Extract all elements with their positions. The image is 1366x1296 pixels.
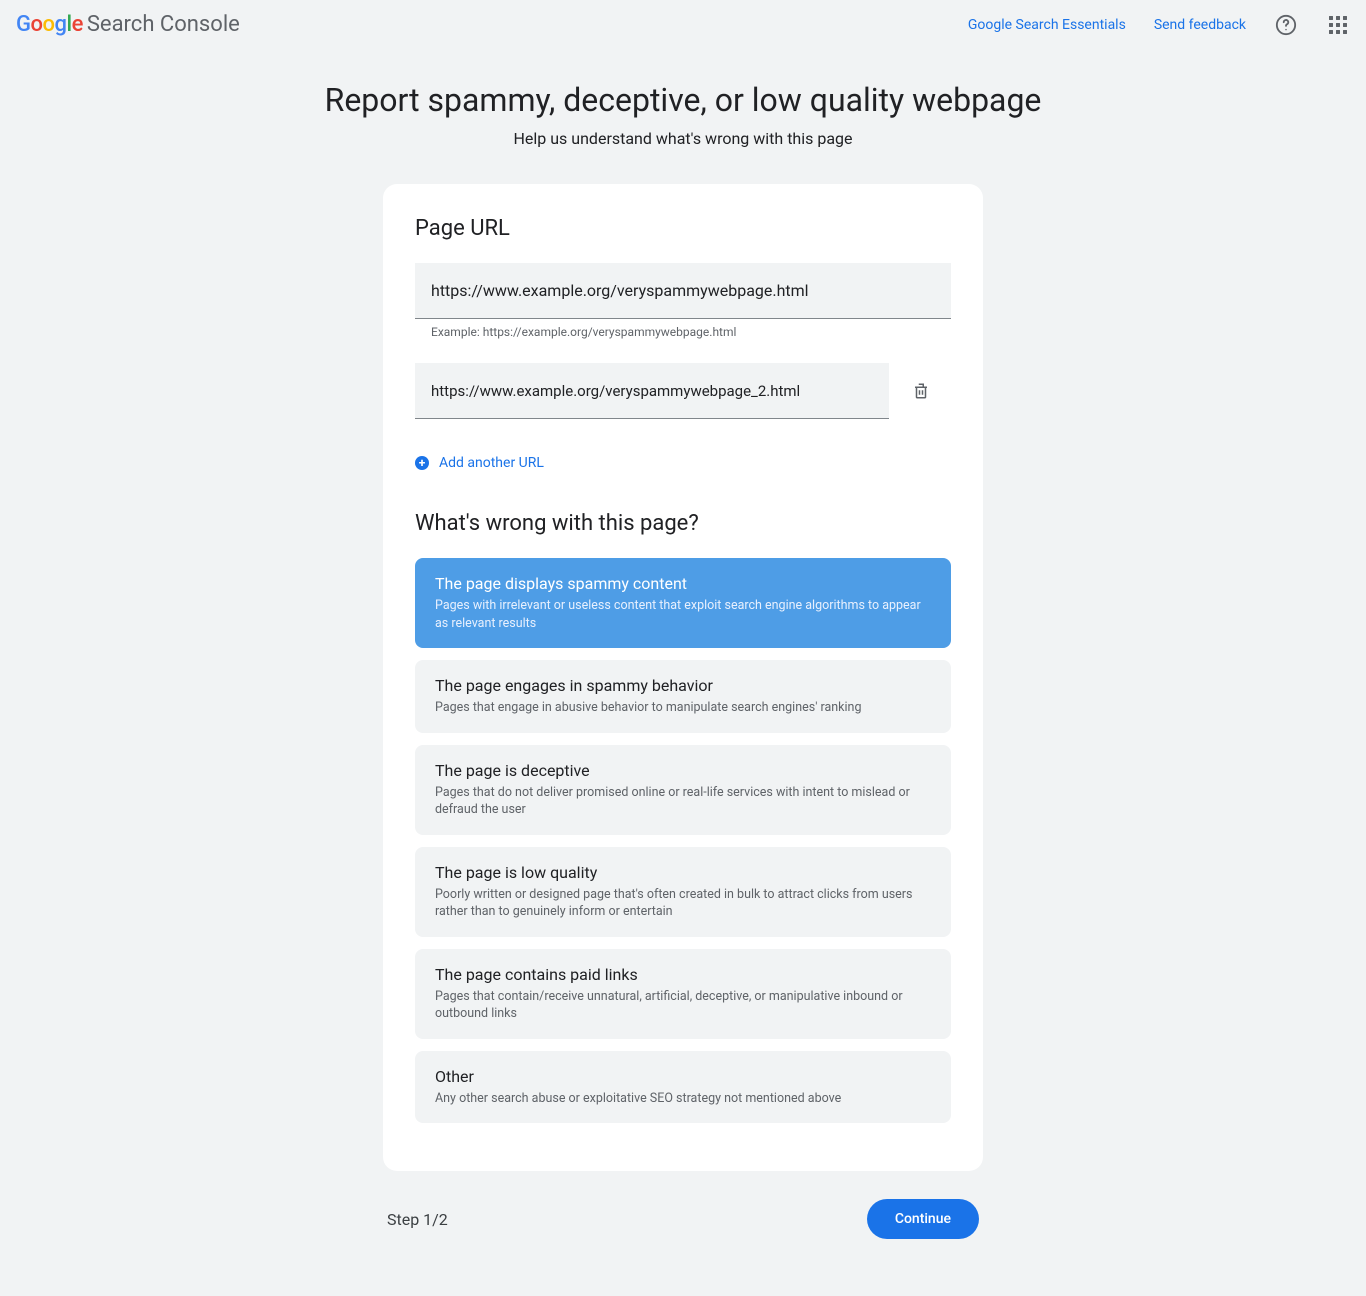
url-example-text: Example: https://example.org/veryspammyw… [415,325,951,339]
issue-option-5[interactable]: Other Any other search abuse or exploitat… [415,1051,951,1124]
option-title: The page engages in spammy behavior [435,676,931,695]
continue-button[interactable]: Continue [867,1199,979,1239]
issue-option-3[interactable]: The page is low quality Poorly written or… [415,847,951,937]
url-input-wrapper-2 [415,363,951,419]
link-send-feedback[interactable]: Send feedback [1154,17,1246,33]
link-search-essentials[interactable]: Google Search Essentials [968,17,1126,33]
header-left: Google Search Console [16,12,240,37]
logo-suffix: Search Console [87,12,240,37]
option-desc: Pages that engage in abusive behavior to… [435,699,931,717]
issue-section-title: What's wrong with this page? [415,511,951,536]
option-desc: Pages with irrelevant or useless content… [435,597,931,632]
option-title: The page is deceptive [435,761,931,780]
header-right: Google Search Essentials Send feedback [968,13,1350,37]
page-url-input-1[interactable] [415,263,951,319]
app-logo[interactable]: Google Search Console [16,12,240,37]
url-section-title: Page URL [415,216,951,241]
page-subtitle: Help us understand what's wrong with thi… [0,129,1366,148]
form-footer: Step 1/2 Continue [383,1199,983,1239]
trash-icon [912,382,930,400]
option-desc: Pages that do not deliver promised onlin… [435,784,931,819]
app-header: Google Search Console Google Search Esse… [0,0,1366,49]
option-title: Other [435,1067,931,1086]
plus-icon: + [415,456,429,470]
option-desc: Pages that contain/receive unnatural, ar… [435,988,931,1023]
issue-option-2[interactable]: The page is deceptive Pages that do not d… [415,745,951,835]
main-form-card: Page URL Example: https://example.org/ve… [383,184,983,1171]
google-logo-text: Google [16,12,83,37]
help-icon[interactable] [1274,13,1298,37]
option-desc: Poorly written or designed page that's o… [435,886,931,921]
step-indicator: Step 1/2 [387,1210,448,1229]
add-url-label: Add another URL [439,455,544,471]
page-header: Report spammy, deceptive, or low quality… [0,81,1366,148]
option-title: The page contains paid links [435,965,931,984]
option-title: The page is low quality [435,863,931,882]
url-input-wrapper-1 [415,263,951,319]
page-title: Report spammy, deceptive, or low quality… [0,81,1366,119]
issue-option-0[interactable]: The page displays spammy content Pages wi… [415,558,951,648]
apps-icon[interactable] [1326,13,1350,37]
issue-option-1[interactable]: The page engages in spammy behavior Pages… [415,660,951,733]
option-title: The page displays spammy content [435,574,931,593]
delete-url-button[interactable] [901,371,941,411]
add-url-button[interactable]: + Add another URL [415,455,951,471]
option-desc: Any other search abuse or exploitative S… [435,1090,931,1108]
page-url-input-2[interactable] [415,363,889,419]
issue-option-4[interactable]: The page contains paid links Pages that c… [415,949,951,1039]
